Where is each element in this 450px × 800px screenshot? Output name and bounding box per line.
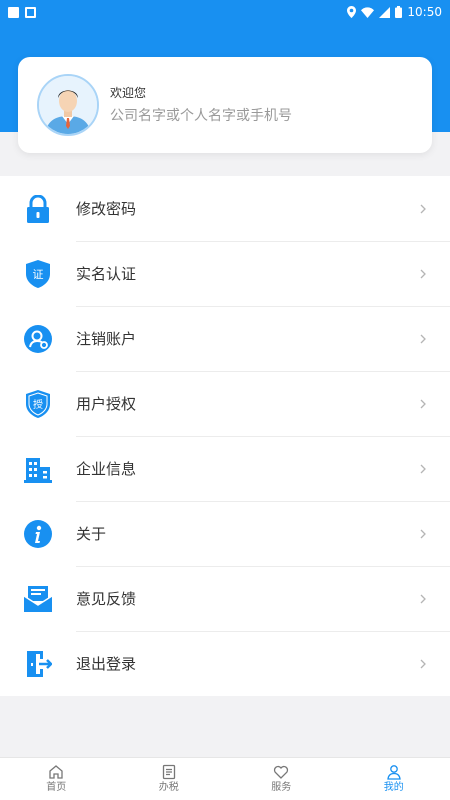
logout-door-icon [23,649,53,679]
menu-item-real-name-verification[interactable]: 证 实名认证 [0,241,450,306]
id-verify-shield-icon: 证 [23,259,53,289]
user-avatar-icon [39,76,97,134]
status-bar: 10:50 [0,0,450,24]
heart-icon [274,765,289,779]
tab-label: 我的 [383,782,404,793]
menu-label: 意见反馈 [76,590,137,608]
signal-icon [379,6,391,18]
menu-item-change-password[interactable]: 修改密码 [0,176,450,241]
menu-label: 关于 [76,525,107,543]
authorize-glyph: 授 [33,398,43,411]
welcome-text: 欢迎您 [110,86,147,100]
menu-label: 注销账户 [76,330,137,348]
menu-item-company-info[interactable]: 企业信息 [0,436,450,501]
wifi-icon [361,6,375,18]
notification-icon [8,6,19,18]
notification-icons [8,6,36,18]
menu-label: 用户授权 [76,395,137,413]
feedback-mail-icon [23,584,53,614]
location-icon [347,6,357,18]
lock-icon [23,194,53,224]
info-icon [23,519,53,549]
clock: 10:50 [407,5,442,19]
menu-item-user-authorization[interactable]: 授 用户授权 [0,371,450,436]
account-name: 公司名字或个人名字或手机号 [110,108,292,124]
tab-mine[interactable]: 我的 [338,758,450,800]
chevron-right-icon [420,529,426,538]
menu-item-logout[interactable]: 退出登录 [0,631,450,696]
avatar[interactable] [37,74,99,136]
menu-item-cancel-account[interactable]: 注销账户 [0,306,450,371]
tab-service[interactable]: 服务 [225,758,338,800]
chevron-right-icon [420,334,426,343]
chevron-right-icon [420,399,426,408]
tab-home[interactable]: 首页 [0,758,113,800]
menu-label: 实名认证 [76,265,137,283]
tab-label: 服务 [271,782,292,793]
chevron-right-icon [420,269,426,278]
user-cancel-icon [23,324,53,354]
bottom-tab-bar: 首页 办税 服务 我的 [0,757,450,800]
chevron-right-icon [420,594,426,603]
chevron-right-icon [420,204,426,213]
chevron-right-icon [420,464,426,473]
profile-text: 欢迎您 公司名字或个人名字或手机号 [110,85,292,125]
menu-label: 退出登录 [76,655,137,673]
home-icon [49,765,63,779]
building-icon [23,454,53,484]
authorize-shield-icon: 授 [23,389,53,419]
menu-item-feedback[interactable]: 意见反馈 [0,566,450,631]
battery-icon [395,6,403,18]
person-icon [387,765,401,780]
notification-icon [25,6,36,18]
menu-item-about[interactable]: 关于 [0,501,450,566]
chevron-right-icon [420,659,426,668]
tab-label: 首页 [46,782,67,793]
tab-label: 办税 [158,782,179,793]
menu-label: 企业信息 [76,460,137,478]
menu-label: 修改密码 [76,200,137,218]
status-indicators: 10:50 [347,5,442,19]
settings-menu: 修改密码 证 实名认证 注销账户 授 用户授权 企业信息 关于 意见反馈 退出登… [0,176,450,696]
id-verify-glyph: 证 [33,268,44,281]
document-list-icon [162,764,175,780]
profile-card[interactable]: 欢迎您 公司名字或个人名字或手机号 [18,57,432,153]
tab-tax[interactable]: 办税 [113,758,226,800]
